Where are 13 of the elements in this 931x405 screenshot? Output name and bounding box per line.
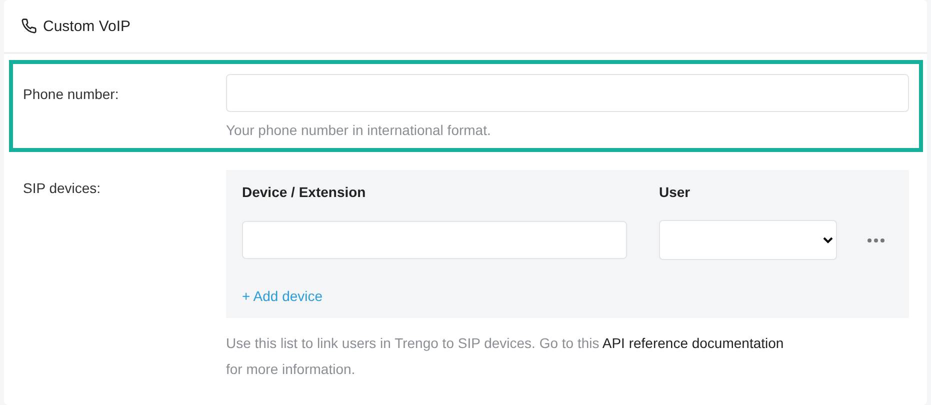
- user-select[interactable]: [659, 220, 837, 260]
- more-icon[interactable]: [867, 238, 885, 242]
- help-paragraph: Use this list to link users in Trengo to SIP devices. Go to this API reference documentation for more information.: [226, 334, 785, 379]
- api-docs-link[interactable]: API reference documentation: [602, 335, 784, 351]
- device-field[interactable]: [242, 221, 627, 259]
- phone-icon: [21, 18, 37, 34]
- field-help-text: Your phone number in international format.: [226, 122, 492, 138]
- phone-number-field[interactable]: [226, 74, 909, 112]
- field-label: Phone number:: [23, 85, 120, 104]
- field-label: SIP devices:: [23, 179, 102, 198]
- column-header: Device / Extension: [242, 183, 367, 202]
- card-title: Custom VoIP: [43, 18, 131, 34]
- column-header: User: [659, 183, 692, 202]
